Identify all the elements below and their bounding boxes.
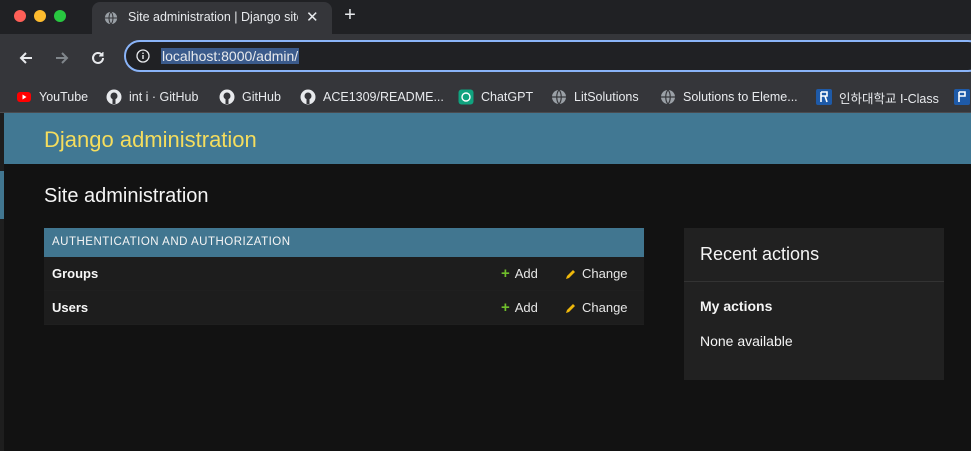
browser-toolbar: localhost:8000/admin/ xyxy=(0,34,971,82)
table-row-users: Users + Add Change xyxy=(44,291,644,325)
django-header: Django administration xyxy=(4,113,971,164)
add-label: Add xyxy=(514,300,538,315)
divider xyxy=(684,281,944,282)
new-tab-button[interactable]: + xyxy=(340,4,360,27)
bookmark-label: Solutions to Eleme... xyxy=(683,90,798,104)
change-users-link[interactable]: Change xyxy=(565,300,628,315)
empty-message: None available xyxy=(700,333,793,349)
address-bar[interactable]: localhost:8000/admin/ xyxy=(124,40,971,72)
url-text[interactable]: localhost:8000/admin/ xyxy=(161,48,300,64)
back-button[interactable] xyxy=(16,48,36,68)
maximize-window-button[interactable] xyxy=(54,10,66,22)
add-users-link[interactable]: + Add xyxy=(501,300,538,315)
change-label: Change xyxy=(582,300,628,315)
bookmark-label: int i · GitHub xyxy=(129,90,199,104)
info-icon[interactable] xyxy=(136,49,150,63)
iclass-icon xyxy=(816,89,832,105)
close-window-button[interactable] xyxy=(14,10,26,22)
github-icon xyxy=(219,89,235,105)
site-brand[interactable]: Django administration xyxy=(44,127,257,153)
bookmark-solutions-to-eleme[interactable]: Solutions to Eleme... xyxy=(660,88,798,106)
add-groups-link[interactable]: + Add xyxy=(501,266,538,281)
bookmark-github[interactable]: GitHub xyxy=(219,88,281,106)
bookmark-youtube[interactable]: YouTube xyxy=(16,88,88,106)
browser-tab-active[interactable]: Site administration | Django site admin … xyxy=(92,2,332,34)
pencil-icon xyxy=(566,303,575,313)
left-edge-accent xyxy=(0,171,4,219)
model-link-groups[interactable]: Groups xyxy=(52,266,98,281)
plus-icon: + xyxy=(501,265,510,282)
bookmark-litsolutions[interactable]: LitSolutions xyxy=(551,88,639,106)
globe-icon xyxy=(104,11,118,25)
change-groups-link[interactable]: Change xyxy=(565,266,628,281)
recent-actions-title: Recent actions xyxy=(700,244,820,264)
reload-icon xyxy=(92,51,104,64)
bookmarks-bar: YouTube int i · GitHub GitHub ACE1309/RE… xyxy=(0,82,971,113)
recent-actions-panel: Recent actions My actions None available xyxy=(684,228,944,380)
module-caption[interactable]: AUTHENTICATION AND AUTHORIZATION xyxy=(44,228,644,257)
app-module-auth: AUTHENTICATION AND AUTHORIZATION Groups … xyxy=(44,228,644,325)
add-label: Add xyxy=(514,266,538,281)
bookmark-iclass[interactable]: 인하대학교 I-Class xyxy=(816,88,939,106)
page-title: Site administration xyxy=(44,185,209,207)
globe-icon xyxy=(552,89,566,105)
bookmark-label: ChatGPT xyxy=(481,90,534,104)
github-icon xyxy=(106,89,122,105)
my-actions-heading: My actions xyxy=(700,298,773,314)
plus-icon: + xyxy=(501,299,510,316)
bookmark-chatgpt[interactable]: ChatGPT xyxy=(458,88,533,106)
browser-tab-bar: Site administration | Django site admin … xyxy=(0,0,971,34)
forward-button[interactable] xyxy=(52,48,72,68)
github-icon xyxy=(300,89,316,105)
change-label: Change xyxy=(582,266,628,281)
bookmark-ace1309-readme[interactable]: ACE1309/README... xyxy=(300,88,444,106)
bookmark-label: GitHub xyxy=(242,90,281,104)
bookmark-label: 인하대학교 I-Class xyxy=(839,91,939,106)
minimize-window-button[interactable] xyxy=(34,10,46,22)
bookmark-label: ACE1309/README... xyxy=(323,90,444,104)
chatgpt-icon xyxy=(458,89,474,105)
tab-title: Site administration | Django site admin xyxy=(128,10,298,24)
youtube-icon xyxy=(17,92,31,102)
arrow-left-icon xyxy=(19,52,32,64)
model-link-users[interactable]: Users xyxy=(52,300,88,315)
bookmark-label: YouTube xyxy=(39,90,89,104)
bookmark-label: LitSolutions xyxy=(574,90,639,104)
arrow-right-icon xyxy=(56,52,69,64)
close-tab-icon[interactable]: ✕ xyxy=(306,8,319,26)
bookmark-int-i-github[interactable]: int i · GitHub xyxy=(106,88,198,106)
reload-button[interactable] xyxy=(88,48,108,68)
page-content: Django administration Site administratio… xyxy=(0,113,971,451)
iclass-icon xyxy=(954,89,970,105)
globe-icon xyxy=(661,89,675,105)
bookmark-overflow[interactable] xyxy=(954,88,971,106)
table-row-groups: Groups + Add Change xyxy=(44,257,644,291)
pencil-icon xyxy=(566,269,575,279)
